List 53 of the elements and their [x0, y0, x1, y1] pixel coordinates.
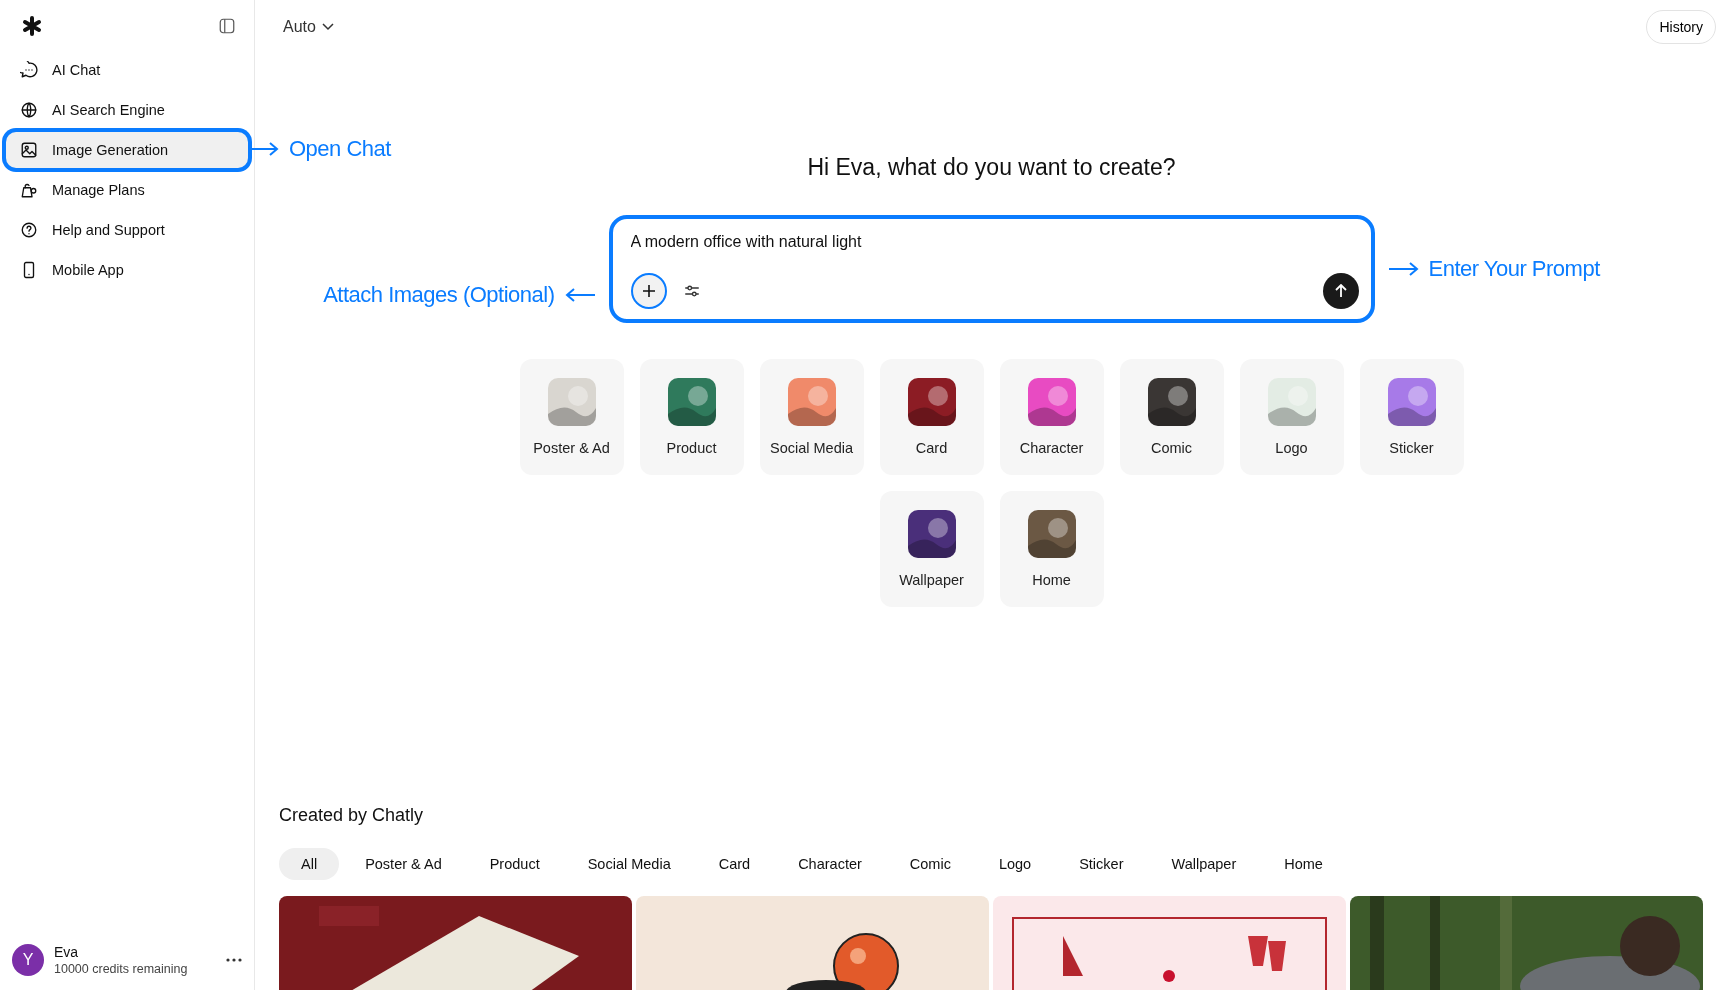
arrow-up-icon [1333, 284, 1348, 298]
category-tile[interactable]: Home [999, 491, 1104, 607]
image-icon [20, 141, 38, 159]
section-title: Created by Chatly [279, 805, 425, 826]
filter-tab[interactable]: Comic [887, 848, 973, 880]
user-name: Eva [54, 944, 80, 960]
filter-tab[interactable]: Product [467, 848, 562, 880]
annotation-label: Attach Images (Optional) [323, 282, 555, 308]
filter-tab[interactable]: Social Media [565, 848, 693, 880]
filter-tab[interactable]: Wallpaper [1149, 848, 1259, 880]
sidebar-item[interactable]: AI Search Engine [6, 92, 248, 128]
filter-tab[interactable]: All [279, 848, 340, 880]
bag-icon [20, 181, 38, 199]
sidebar-item[interactable]: Manage Plans [6, 172, 248, 208]
filter-tab[interactable]: Character [776, 848, 884, 880]
more-icon[interactable] [226, 958, 242, 962]
sidebar-item[interactable]: AI Chat [6, 52, 248, 88]
sidebar-toggle-icon[interactable] [218, 17, 236, 35]
filter-tab[interactable]: Sticker [1057, 848, 1146, 880]
category-tile[interactable]: Product [639, 359, 744, 475]
filter-tab[interactable]: Home [1262, 848, 1345, 880]
filter-tab[interactable]: Poster & Ad [343, 848, 464, 880]
category-tile[interactable]: Logo [1239, 359, 1344, 475]
user-avatar[interactable]: Y [12, 944, 44, 976]
globe-icon [20, 101, 38, 119]
category-tile[interactable]: Comic [1119, 359, 1224, 475]
category-tile[interactable]: Sticker [1359, 359, 1464, 475]
chat-icon [20, 61, 38, 79]
category-tile[interactable]: Poster & Ad [519, 359, 624, 475]
category-tile[interactable]: Character [999, 359, 1104, 475]
annotation-label: Open Chat [289, 136, 391, 162]
help-icon [20, 221, 38, 239]
category-tile[interactable]: Card [879, 359, 984, 475]
logo-icon[interactable] [22, 16, 42, 36]
sidebar-item[interactable]: Mobile App [6, 252, 248, 288]
prompt-input[interactable]: A modern office with natural light [630, 233, 1359, 251]
attach-button[interactable] [630, 273, 667, 309]
arrow-icon [1388, 262, 1419, 276]
model-dropdown[interactable]: Auto [283, 18, 334, 36]
category-tile[interactable]: Wallpaper [879, 491, 984, 607]
chevron-down-icon [321, 23, 334, 31]
credits-remaining: 10000 credits remaining [54, 962, 189, 976]
arrow-icon [249, 142, 279, 156]
filter-tab[interactable]: Card [696, 848, 773, 880]
sidebar-item[interactable]: Help and Support [6, 212, 248, 248]
send-button[interactable] [1322, 273, 1359, 309]
annotation-label: Enter Your Prompt [1428, 256, 1600, 282]
category-tile[interactable]: Social Media [759, 359, 864, 475]
history-button[interactable]: History [1646, 10, 1716, 44]
plus-icon [641, 284, 656, 298]
arrow-icon [564, 288, 595, 302]
greeting-heading: Hi Eva, what do you want to create? [807, 154, 1176, 181]
filter-tab[interactable]: Logo [976, 848, 1054, 880]
